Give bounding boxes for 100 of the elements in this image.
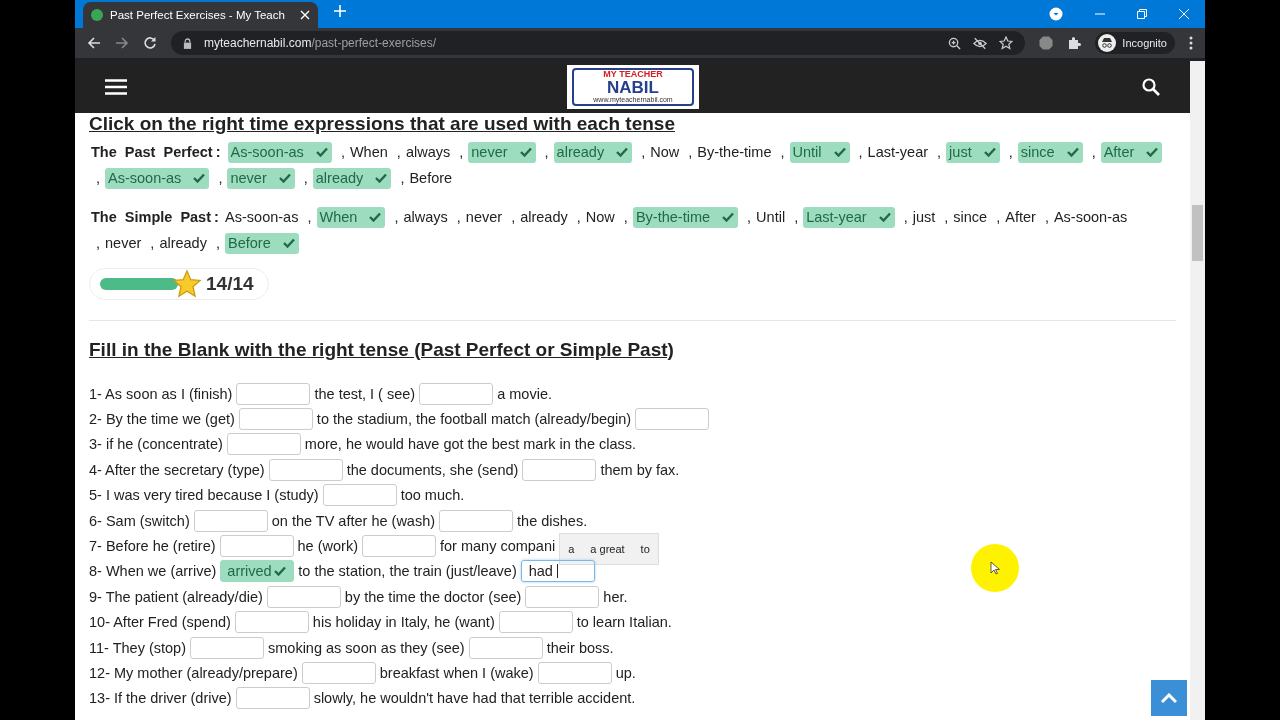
menu-icon[interactable]	[105, 79, 127, 95]
answer-field[interactable]	[525, 585, 600, 608]
profile-button[interactable]: Incognito	[1095, 32, 1175, 54]
word-option[interactable]: already	[520, 209, 568, 225]
back-icon[interactable]	[87, 36, 101, 50]
word-option[interactable]: since	[953, 209, 988, 225]
close-icon[interactable]	[300, 10, 310, 20]
tab-search-icon[interactable]	[1049, 7, 1063, 21]
answer-field[interactable]	[238, 408, 313, 431]
comma: ,	[747, 209, 752, 225]
word-option[interactable]: never	[105, 234, 142, 251]
scrollbar[interactable]	[1190, 61, 1205, 720]
zoom-icon[interactable]	[948, 36, 962, 50]
word-option[interactable]: just	[912, 209, 936, 225]
forward-icon[interactable]	[115, 36, 129, 50]
suggestion-item[interactable]: to	[632, 543, 658, 556]
answer-field[interactable]	[635, 408, 710, 431]
answer-field[interactable]	[193, 509, 268, 532]
word-option[interactable]: After	[1005, 209, 1036, 225]
sentence-text: 9- The patient (already/die)	[89, 588, 263, 605]
answer-field[interactable]	[537, 662, 612, 684]
comma: ,	[511, 209, 516, 225]
sentence-text: 2- By the time we (get)	[89, 411, 235, 428]
answer-field[interactable]	[235, 687, 310, 710]
eye-slash-icon[interactable]	[973, 36, 988, 50]
word-chip[interactable]: After	[1100, 142, 1163, 163]
sentence-text: 1- As soon as I (finish)	[89, 385, 233, 402]
check-icon	[983, 147, 996, 157]
word-chip[interactable]: As-soon-as	[227, 142, 332, 163]
answer-field[interactable]	[419, 382, 494, 405]
chevron-up-icon	[1161, 693, 1177, 703]
sentence-text: too much.	[400, 487, 465, 504]
word-option[interactable]: already	[159, 234, 207, 251]
word-option[interactable]: Before	[409, 169, 453, 186]
word-chip[interactable]: since	[1017, 142, 1083, 163]
comma: ,	[394, 209, 399, 225]
word-chip[interactable]: never	[227, 167, 295, 189]
word-option[interactable]: As-soon-as	[225, 209, 299, 225]
menu-icon[interactable]	[1189, 36, 1193, 50]
check-icon	[273, 566, 286, 577]
word-chip[interactable]: just	[946, 142, 1000, 163]
answer-field[interactable]	[266, 585, 341, 608]
answer-field[interactable]	[190, 636, 264, 659]
sentence-text: the dishes.	[517, 512, 588, 529]
search-icon[interactable]	[1142, 78, 1160, 96]
word-option[interactable]: always	[403, 209, 448, 225]
answer-field[interactable]	[522, 458, 597, 481]
check-icon	[375, 172, 388, 183]
word-option[interactable]: never	[465, 209, 503, 225]
word-chip[interactable]: Until	[789, 142, 850, 163]
word-option[interactable]: Until	[756, 209, 786, 225]
answer-field[interactable]	[322, 484, 397, 507]
browser-tab[interactable]: Past Perfect Exercises - My Teach	[83, 2, 318, 28]
scroll-to-top-button[interactable]	[1151, 680, 1187, 716]
adblock-icon[interactable]	[1039, 36, 1054, 50]
new-tab-icon[interactable]	[334, 4, 346, 17]
address-bar[interactable]: myteachernabil.com/past-perfect-exercises/	[171, 31, 1026, 55]
sentence-text: 10- After Fred (spend)	[89, 614, 231, 631]
word-chip[interactable]: Last-year	[803, 207, 895, 228]
word-option[interactable]: By-the-time	[697, 144, 772, 160]
reload-icon[interactable]	[143, 36, 157, 50]
answer-field[interactable]: arrived	[220, 560, 295, 583]
word-chip[interactable]: already	[553, 142, 633, 163]
word-option[interactable]: always	[405, 144, 451, 160]
answer-field[interactable]	[226, 433, 301, 456]
sentence-text: his holiday in Italy, he (want)	[312, 614, 495, 631]
comma: ,	[996, 209, 1001, 225]
scrollbar-thumb[interactable]	[1192, 205, 1203, 261]
word-chip[interactable]: By-the-time	[632, 207, 739, 228]
comma: ,	[459, 144, 464, 160]
suggestion-item[interactable]: a great	[582, 543, 633, 556]
answer-field[interactable]	[301, 662, 376, 684]
word-option[interactable]: Now	[585, 209, 615, 225]
answer-field[interactable]	[439, 509, 514, 532]
sentence-text: the test, I ( see)	[314, 385, 416, 402]
score-text: 14/14	[206, 273, 254, 295]
answer-field[interactable]	[361, 535, 436, 558]
comma: ,	[576, 209, 581, 225]
answer-field[interactable]: had	[520, 560, 595, 583]
word-chip[interactable]: never	[468, 142, 536, 163]
word-option[interactable]: As-soon-as	[1053, 209, 1128, 225]
word-option[interactable]: Last-year	[867, 144, 929, 160]
puzzle-icon[interactable]	[1067, 36, 1082, 50]
word-option[interactable]: When	[349, 144, 388, 160]
answer-field[interactable]	[498, 611, 573, 634]
answer-field[interactable]	[234, 611, 309, 634]
suggestion-item[interactable]: a	[560, 543, 583, 556]
word-chip[interactable]: When	[316, 207, 386, 228]
answer-field[interactable]	[219, 535, 294, 558]
comma: ,	[215, 234, 220, 251]
answer-field[interactable]	[468, 636, 543, 659]
word-option[interactable]: Now	[650, 144, 680, 160]
word-chip[interactable]: already	[312, 167, 392, 189]
answer-field[interactable]	[268, 458, 343, 481]
star-icon[interactable]	[999, 36, 1014, 50]
word-chip[interactable]: Before	[225, 232, 299, 254]
word-chip[interactable]: As-soon-as	[105, 167, 210, 189]
answer-field[interactable]	[236, 382, 311, 405]
restore-icon[interactable]	[1137, 9, 1147, 19]
comma: ,	[1091, 144, 1096, 160]
